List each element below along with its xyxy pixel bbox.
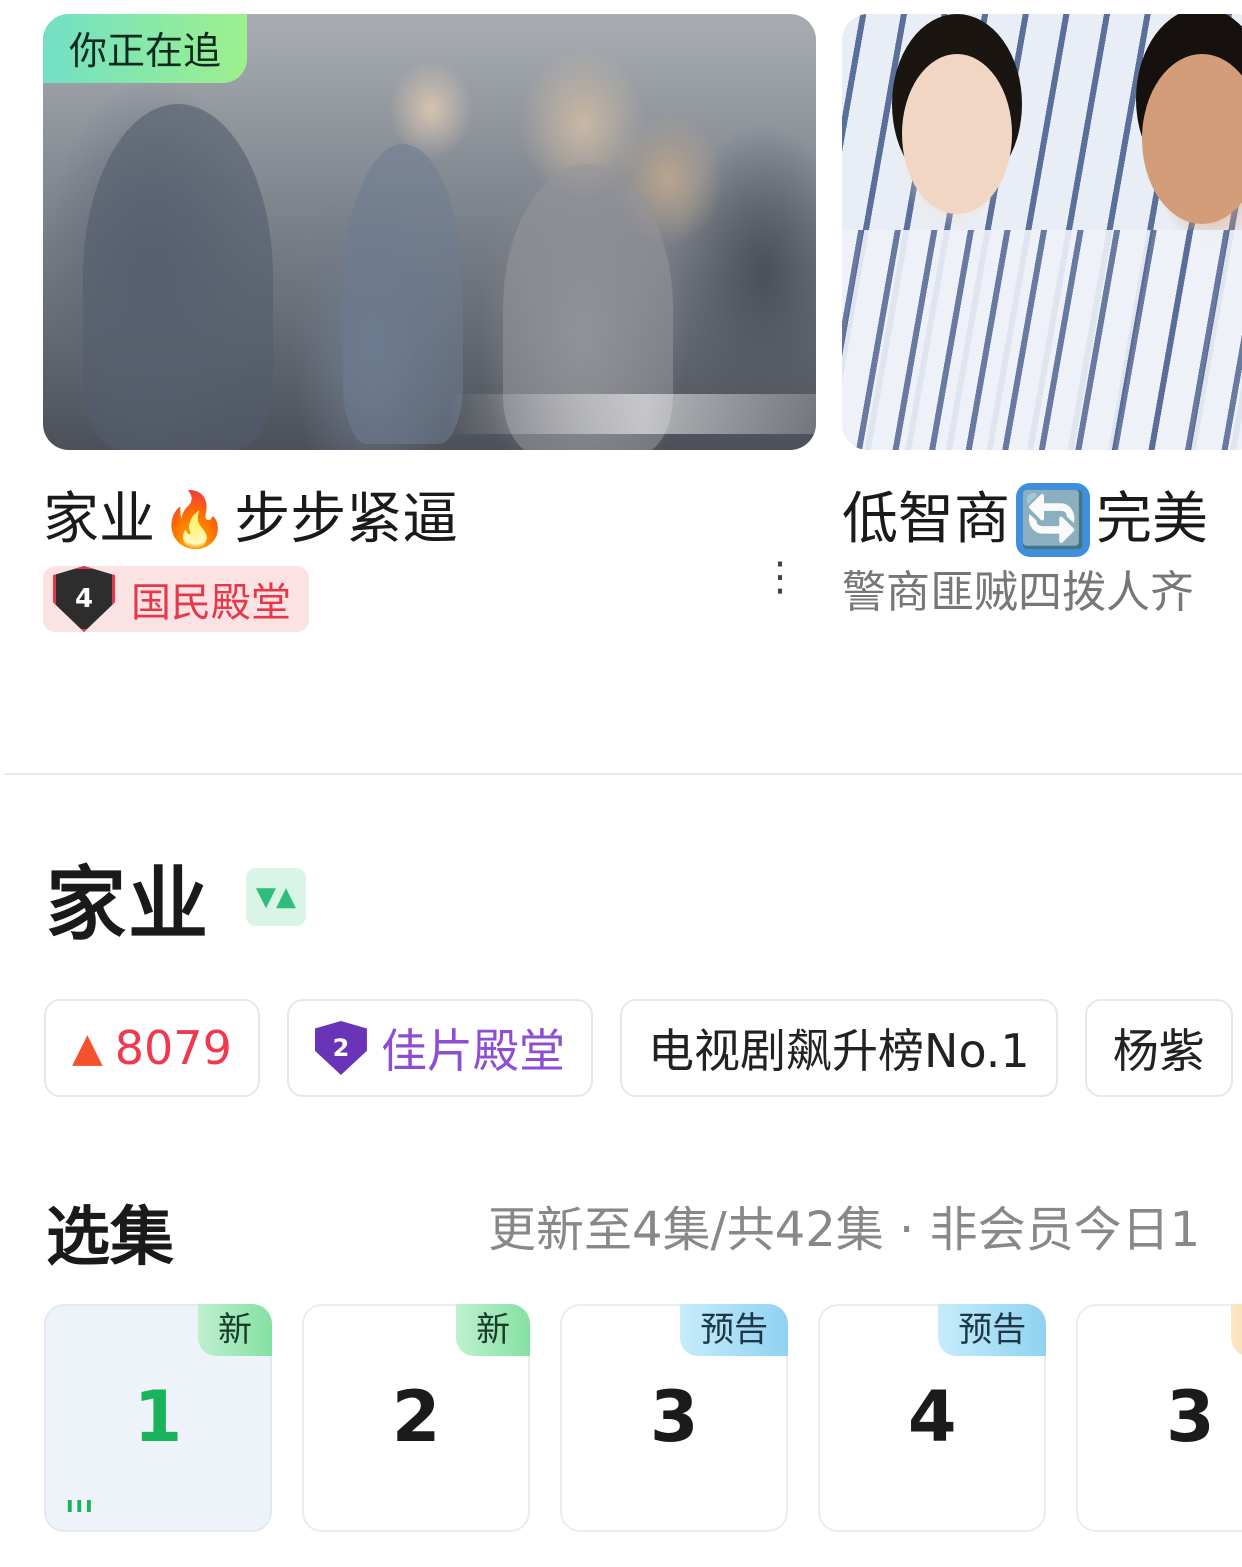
playing-indicator-icon: ııı	[66, 1493, 95, 1518]
watching-badge: 你正在追	[43, 14, 248, 83]
episode-number: 2	[391, 1376, 441, 1458]
figure-shape	[83, 104, 273, 450]
card-title-text: 低智商	[842, 487, 1010, 552]
recommendation-card-jiaye[interactable]: 你正在追 家业 🔥 步步紧逼 4 国民殿堂 ⋮	[43, 14, 816, 636]
episode-badge: 新	[456, 1304, 531, 1356]
episode-number: 1	[133, 1376, 183, 1458]
card-title-text: 家业	[43, 487, 155, 552]
recommendation-thumbnail[interactable]: 你正在追	[43, 14, 816, 450]
hall-tag[interactable]: 2 佳片殿堂	[286, 999, 593, 1097]
figure-shape	[343, 144, 463, 444]
card-title[interactable]: 家业 🔥 步步紧逼	[43, 480, 816, 560]
flame-icon: ▲	[72, 1025, 103, 1071]
episode-badge: VI	[1231, 1304, 1242, 1356]
section-divider	[4, 773, 1242, 775]
episode-badge: 预告	[938, 1304, 1047, 1356]
card-title-suffix: 步步紧逼	[234, 487, 459, 552]
episode-number: 4	[907, 1376, 957, 1458]
recommendation-card-next[interactable]: 低智商 🔄 完美 警商匪贼四拨人齐	[842, 14, 1242, 626]
recommendation-thumbnail[interactable]	[842, 14, 1242, 450]
card-title-suffix: 完美	[1096, 487, 1208, 552]
striped-shirt-shape	[842, 230, 1242, 450]
fire-icon: 🔥	[161, 488, 229, 551]
card-meta: 4 国民殿堂 ⋮	[43, 557, 816, 636]
episode-item[interactable]: 预告 4	[818, 1304, 1047, 1532]
episode-badge: 新	[198, 1304, 272, 1356]
episode-number: 3	[649, 1376, 699, 1458]
shield-level-icon: 2	[314, 1021, 367, 1075]
episode-badge: 预告	[680, 1304, 789, 1356]
episode-item[interactable]: 新 1 ııı	[44, 1304, 272, 1532]
show-title: 家业	[46, 858, 210, 951]
episode-number: 3	[1166, 1376, 1215, 1458]
recommendation-row: 你正在追 家业 🔥 步步紧逼 4 国民殿堂 ⋮ 低智商 🔄 完美 警商匪贼四拨人…	[0, 0, 1242, 700]
ranking-tag[interactable]: 电视剧飙升榜No.1	[620, 999, 1058, 1097]
hall-tag-label: 佳片殿堂	[380, 1024, 565, 1078]
subtitle-strip	[448, 394, 816, 434]
cast-tag[interactable]: 杨紫	[1084, 999, 1233, 1097]
face-shape	[902, 54, 1012, 214]
heat-tag[interactable]: ▲ 8079	[44, 999, 260, 1097]
hall-badge: 4 国民殿堂	[43, 566, 309, 632]
refresh-icon: 🔄	[1016, 483, 1090, 557]
card-description: 警商匪贼四拨人齐	[842, 567, 1194, 618]
episodes-status[interactable]: 更新至4集/共42集 · 非会员今日1	[488, 1190, 1200, 1260]
face-shape	[1142, 54, 1242, 224]
vip-tag-icon[interactable]: ▼▲	[246, 868, 306, 926]
card-title[interactable]: 低智商 🔄 完美	[842, 480, 1242, 560]
more-options-icon[interactable]: ⋮	[760, 557, 800, 632]
heat-value: 8079	[114, 1021, 232, 1075]
hall-badge-label: 国民殿堂	[131, 580, 291, 626]
episode-item[interactable]: 预告 3	[560, 1304, 789, 1532]
tag-row: ▲ 8079 2 佳片殿堂 电视剧飙升榜No.1 杨紫	[44, 999, 1242, 1101]
episode-item[interactable]: 新 2	[302, 1304, 531, 1532]
episode-item[interactable]: VI 3	[1076, 1304, 1242, 1532]
episode-list: 新 1 ııı 新 2 预告 3 预告 4 VI 3	[44, 1304, 1242, 1534]
episodes-heading: 选集	[46, 1201, 174, 1275]
shield-level-icon: 4	[53, 566, 115, 632]
